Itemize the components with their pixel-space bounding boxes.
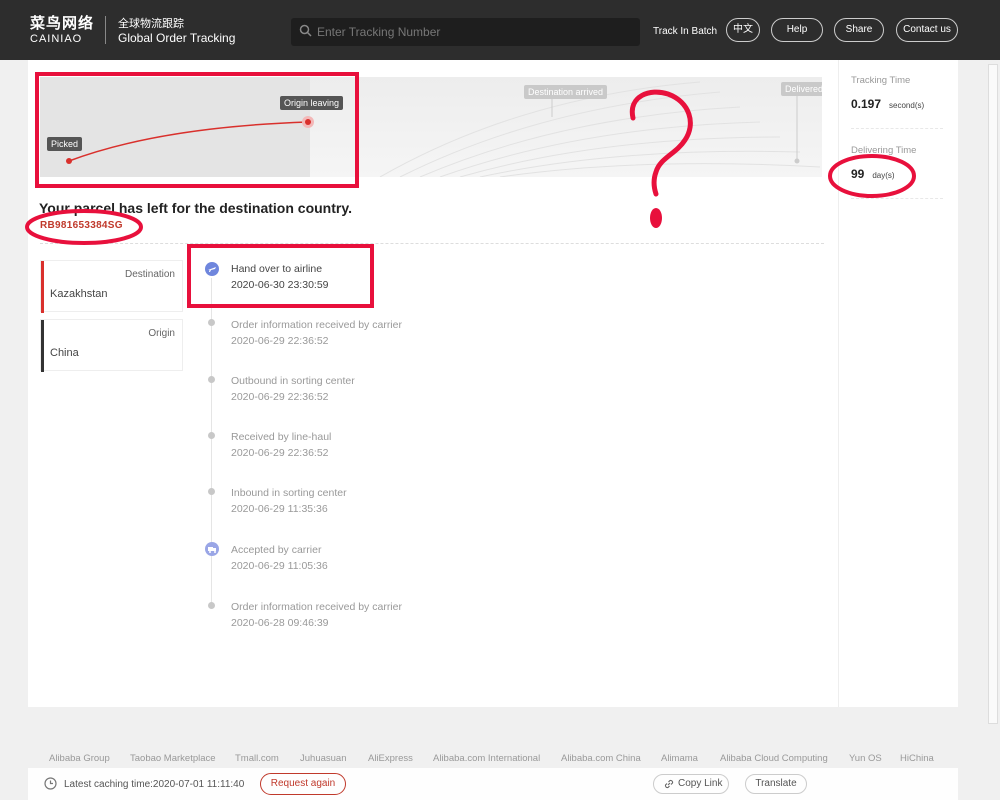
share-button[interactable]: Share	[834, 18, 884, 42]
delivering-time-unit: day(s)	[872, 171, 895, 180]
footer-link[interactable]: Yun OS	[849, 753, 882, 764]
tracking-number-input[interactable]	[317, 22, 627, 42]
logo-english-text: CAINIAO	[30, 33, 83, 45]
timeline-dot	[208, 602, 215, 609]
footer-link[interactable]: Taobao Marketplace	[130, 753, 216, 764]
subtitle-chinese: 全球物流跟踪	[118, 18, 184, 30]
vertical-scrollbar[interactable]	[986, 60, 1000, 800]
event-title: Accepted by carrier	[231, 544, 322, 556]
truck-icon	[205, 542, 219, 556]
cainiao-logo[interactable]: 菜鸟网络 CAINIAO	[30, 16, 94, 46]
timeline-dot	[208, 376, 215, 383]
event-time: 2020-06-28 09:46:39	[231, 617, 329, 629]
destination-indicator-bar	[41, 261, 44, 313]
copy-link-label: Copy Link	[678, 778, 723, 789]
contact-us-button[interactable]: Contact us	[896, 18, 958, 42]
event-title: Outbound in sorting center	[231, 375, 355, 387]
footer-link[interactable]: HiChina	[900, 753, 934, 764]
destination-country: Kazakhstan	[50, 288, 108, 300]
origin-card: Origin China	[40, 319, 183, 372]
origin-leaving-tag: Origin leaving	[280, 96, 344, 110]
origin-country: China	[50, 347, 79, 359]
side-divider	[851, 198, 943, 199]
footer-link[interactable]: AliExpress	[368, 753, 413, 764]
parcel-status-heading: Your parcel has left for the destination…	[39, 200, 352, 216]
latest-caching-time: Latest caching time:2020-07-01 11:11:40	[64, 779, 245, 790]
help-button[interactable]: Help	[771, 18, 823, 42]
footer-link[interactable]: Alibaba Group	[49, 753, 110, 764]
language-button[interactable]: 中文	[726, 18, 760, 42]
scrollbar-thumb[interactable]	[988, 64, 998, 724]
footer-link[interactable]: Juhuasuan	[300, 753, 346, 764]
translate-button[interactable]: Translate	[745, 774, 807, 794]
destination-card: Destination Kazakhstan	[40, 260, 183, 313]
origin-indicator-bar	[41, 320, 44, 372]
footer-link[interactable]: Alibaba.com China	[561, 753, 641, 764]
side-stats-panel	[838, 60, 958, 707]
event-title: Hand over to airline	[231, 263, 323, 275]
footer-link[interactable]: Alimama	[661, 753, 698, 764]
event-title: Inbound in sorting center	[231, 487, 347, 499]
delivered-tag: Delivered	[781, 82, 822, 96]
timeline-dot	[208, 432, 215, 439]
tracking-time-label: Tracking Time	[851, 75, 911, 86]
track-in-batch-link[interactable]: Track In Batch	[653, 26, 717, 37]
timeline-dot	[208, 488, 215, 495]
picked-tag: Picked	[47, 137, 83, 151]
clock-icon	[44, 777, 57, 795]
request-again-button[interactable]: Request again	[260, 773, 346, 795]
subtitle-english: Global Order Tracking	[118, 31, 236, 45]
event-time: 2020-06-29 11:35:36	[231, 503, 328, 515]
tracking-time-value: 0.197 second(s)	[851, 97, 924, 111]
footer-link[interactable]: Alibaba Cloud Computing	[720, 753, 828, 764]
event-time: 2020-06-29 11:05:36	[231, 560, 328, 572]
search-box	[291, 18, 640, 46]
delivering-time-label: Delivering Time	[851, 145, 917, 156]
logo-chinese-text: 菜鸟网络	[30, 15, 95, 32]
top-header: 菜鸟网络 CAINIAO 全球物流跟踪 Global Order Trackin…	[0, 0, 1000, 60]
delivering-time-number: 99	[851, 167, 865, 181]
event-title: Received by line-haul	[231, 431, 332, 443]
airplane-icon	[205, 262, 219, 276]
site-subtitle: 全球物流跟踪 Global Order Tracking	[118, 17, 235, 45]
event-time: 2020-06-29 22:36:52	[231, 335, 329, 347]
destination-arrived-tag: Destination arrived	[524, 85, 608, 99]
footer-link[interactable]: Tmall.com	[235, 753, 279, 764]
event-title: Order information received by carrier	[231, 601, 402, 613]
destination-label: Destination	[124, 269, 175, 280]
event-time: 2020-06-29 22:36:52	[231, 447, 329, 459]
cache-status-bar: Latest caching time:2020-07-01 11:11:40 …	[28, 768, 958, 800]
tracking-time-number: 0.197	[851, 97, 882, 111]
search-icon	[299, 24, 312, 42]
timeline-dot	[208, 319, 215, 326]
route-curve	[66, 81, 821, 177]
copy-link-button[interactable]: Copy Link	[653, 774, 729, 794]
route-progress-map: Picked Origin leaving Destination arrive…	[40, 77, 822, 177]
event-title: Order information received by carrier	[231, 319, 402, 331]
logo-divider	[105, 16, 106, 44]
delivering-time-value: 99 day(s)	[851, 167, 895, 181]
link-icon	[663, 778, 675, 797]
timeline-line	[211, 278, 212, 608]
section-divider	[40, 243, 824, 244]
event-time: 2020-06-29 22:36:52	[231, 391, 329, 403]
origin-label: Origin	[148, 328, 175, 339]
event-time: 2020-06-30 23:30:59	[231, 279, 329, 291]
tracking-time-unit: second(s)	[889, 101, 925, 110]
footer-link[interactable]: Alibaba.com International	[433, 753, 540, 764]
tracking-number[interactable]: RB981653384SG	[40, 220, 123, 231]
side-divider	[851, 128, 943, 129]
footer-links: Alibaba Group Taobao Marketplace Tmall.c…	[0, 745, 1000, 770]
